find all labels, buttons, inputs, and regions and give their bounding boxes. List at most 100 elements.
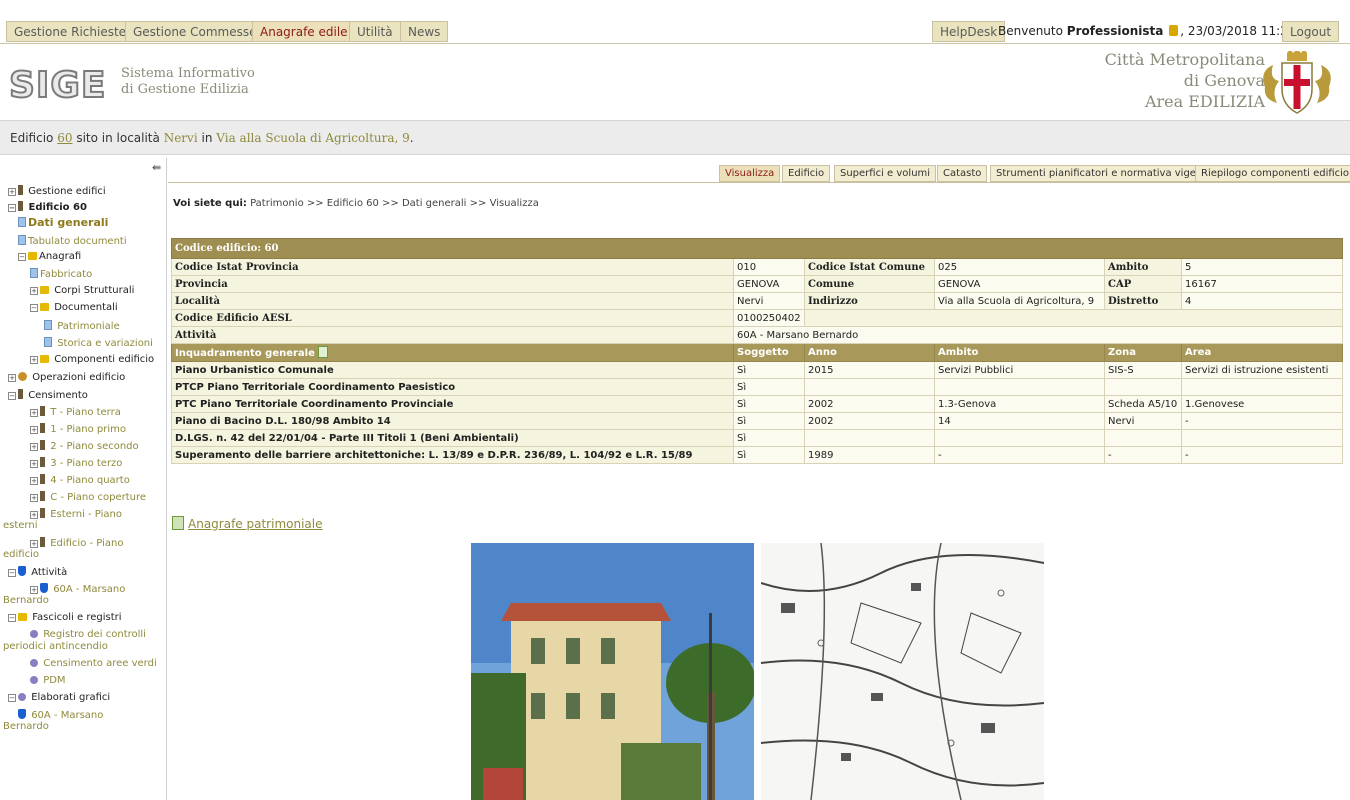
- collapse-icon[interactable]: −: [8, 569, 16, 577]
- tree-fascicoli-registri[interactable]: − Fascicoli e registri: [8, 612, 122, 624]
- value-cell: Sì: [733, 429, 805, 447]
- tree-piano-coperture[interactable]: + C - Piano coperture: [30, 491, 146, 504]
- tree-censimento-aree-verdi[interactable]: Censimento aree verdi: [30, 658, 157, 670]
- expand-icon[interactable]: +: [30, 426, 38, 434]
- tree-piano-primo[interactable]: + 1 - Piano primo: [30, 423, 126, 436]
- sidebar-tree: ⇚ + Gestione edifici − Edificio 60 Dati …: [0, 158, 167, 800]
- value-cell: 5: [1181, 258, 1343, 276]
- tab-strumenti-pianificatori[interactable]: Strumenti pianificatori e normativa vige…: [990, 165, 1219, 182]
- anagrafe-link-label: Anagrafe patrimoniale: [188, 517, 323, 531]
- tree-documentali[interactable]: − Documentali: [30, 302, 118, 314]
- expand-icon[interactable]: +: [30, 511, 38, 519]
- tree-registro-controlli[interactable]: Registro dei controlli: [30, 629, 146, 641]
- value-cell: Nervi: [1104, 412, 1182, 430]
- tree-anagrafi[interactable]: − Anagrafi: [18, 251, 81, 263]
- tree-piano-edificio[interactable]: + Edificio - Piano: [30, 537, 123, 550]
- tree-fabbricato[interactable]: Fabbricato: [30, 268, 92, 281]
- tab-catasto[interactable]: Catasto: [937, 165, 988, 182]
- tree-edificio-60[interactable]: − Edificio 60: [8, 201, 87, 214]
- table-row: PTCP Piano Territoriale Coordinamento Pa…: [171, 378, 1343, 396]
- activity-icon: [18, 566, 26, 576]
- collapse-icon[interactable]: −: [18, 253, 26, 261]
- value-cell: 1.Genovese: [1181, 395, 1343, 413]
- tree-componenti-edificio[interactable]: + Componenti edificio: [30, 354, 154, 366]
- expand-icon[interactable]: +: [30, 586, 38, 594]
- value-cell: SIS-S: [1104, 361, 1182, 379]
- value-cell: Sì: [733, 395, 805, 413]
- header-cell: Zona: [1104, 343, 1182, 362]
- expand-icon[interactable]: +: [30, 460, 38, 468]
- nav-tab-utilita[interactable]: Utilità: [349, 21, 401, 42]
- tree-elaborati-60a-cont[interactable]: Bernardo: [3, 721, 49, 733]
- tab-visualizza[interactable]: Visualizza: [719, 165, 781, 182]
- expand-icon[interactable]: +: [30, 356, 38, 364]
- tree-dati-generali[interactable]: Dati generali: [18, 217, 108, 229]
- tree-elaborati-grafici[interactable]: − Elaborati grafici: [8, 692, 110, 704]
- value-cell: Servizi Pubblici: [934, 361, 1105, 379]
- expand-icon[interactable]: +: [8, 374, 16, 382]
- expand-icon[interactable]: +: [30, 494, 38, 502]
- collapse-icon[interactable]: −: [8, 614, 16, 622]
- value-cell: [1181, 429, 1343, 447]
- tree-patrimoniale[interactable]: Patrimoniale: [44, 320, 120, 333]
- expand-icon[interactable]: +: [30, 477, 38, 485]
- tree-piano-quarto[interactable]: + 4 - Piano quarto: [30, 474, 130, 487]
- tree-piano-esterni-cont[interactable]: esterni: [3, 520, 38, 532]
- logo-text: SIGE: [8, 64, 107, 107]
- edificio-number-link[interactable]: 60: [57, 131, 72, 145]
- building-icon: [40, 474, 45, 484]
- tree-piano-secondo[interactable]: + 2 - Piano secondo: [30, 440, 139, 453]
- value-cell: 1.3-Genova: [934, 395, 1105, 413]
- tree-operazioni-edificio[interactable]: + Operazioni edificio: [8, 372, 125, 384]
- label-cell: Ambito: [1104, 258, 1182, 276]
- expand-icon[interactable]: +: [30, 443, 38, 451]
- tree-piano-terzo[interactable]: + 3 - Piano terzo: [30, 457, 122, 470]
- tree-attivita[interactable]: − Attività: [8, 566, 67, 579]
- building-icon: [40, 440, 45, 450]
- collapse-icon[interactable]: −: [30, 304, 38, 312]
- value-cell: Via alla Scuola di Agricoltura, 9: [934, 292, 1105, 310]
- collapse-sidebar-icon[interactable]: ⇚: [152, 161, 161, 174]
- tab-riepilogo-componenti[interactable]: Riepilogo componenti edificio: [1195, 165, 1350, 182]
- label-cell: Attività: [171, 326, 734, 344]
- collapse-icon[interactable]: −: [8, 694, 16, 702]
- tree-corpi-strutturali[interactable]: + Corpi Strutturali: [30, 285, 134, 297]
- location-mid-2: in: [201, 131, 213, 145]
- tree-piano-esterni[interactable]: + Esterni - Piano: [30, 508, 122, 521]
- expand-icon[interactable]: +: [30, 540, 38, 548]
- value-cell: 16167: [1181, 275, 1343, 293]
- nav-tab-anagrafe-edile[interactable]: Anagrafe edile: [252, 21, 356, 42]
- tree-piano-edificio-cont[interactable]: edificio: [3, 549, 39, 561]
- expand-icon[interactable]: +: [8, 188, 16, 196]
- tree-storica-variazioni[interactable]: Storica e variazioni: [44, 337, 153, 350]
- collapse-icon[interactable]: −: [8, 204, 16, 212]
- folder-icon: [18, 613, 27, 621]
- nav-tab-news[interactable]: News: [400, 21, 449, 42]
- tree-censimento[interactable]: − Censimento: [8, 389, 88, 402]
- tab-superfici-volumi[interactable]: Superfici e volumi: [834, 165, 937, 182]
- logout-button[interactable]: Logout: [1282, 21, 1340, 42]
- tree-tabulato-documenti[interactable]: Tabulato documenti: [18, 235, 127, 248]
- tab-edificio[interactable]: Edificio: [782, 165, 831, 182]
- value-cell: [934, 378, 1105, 396]
- tree-piano-terra[interactable]: + T - Piano terra: [30, 406, 121, 419]
- nav-tab-gestione-richieste[interactable]: Gestione Richieste: [6, 21, 135, 42]
- tree-gestione-edifici[interactable]: + Gestione edifici: [8, 185, 106, 198]
- nav-tab-gestione-commesse[interactable]: Gestione Commesse: [125, 21, 265, 42]
- anagrafe-patrimoniale-link[interactable]: Anagrafe patrimoniale: [172, 516, 322, 531]
- tree-registro-controlli-cont[interactable]: periodici antincendio: [3, 641, 108, 653]
- building-icon: [40, 406, 45, 416]
- building-data-table: Codice edificio: 60 Codice Istat Provinc…: [171, 238, 1343, 464]
- header-cell: Inquadramento generale: [171, 343, 734, 362]
- tree-attivita-60a-cont[interactable]: Bernardo: [3, 595, 49, 607]
- expand-icon[interactable]: +: [30, 287, 38, 295]
- table-row: Superamento delle barriere architettonic…: [171, 446, 1343, 464]
- helpdesk-button[interactable]: HelpDesk: [932, 21, 1006, 42]
- header-cell: Anno: [804, 343, 935, 362]
- tree-pdm[interactable]: PDM: [30, 675, 66, 687]
- export-icon[interactable]: [318, 346, 329, 358]
- folder-icon: [40, 355, 49, 363]
- org-line-1: Città Metropolitana: [1104, 50, 1265, 69]
- expand-icon[interactable]: +: [30, 409, 38, 417]
- collapse-icon[interactable]: −: [8, 392, 16, 400]
